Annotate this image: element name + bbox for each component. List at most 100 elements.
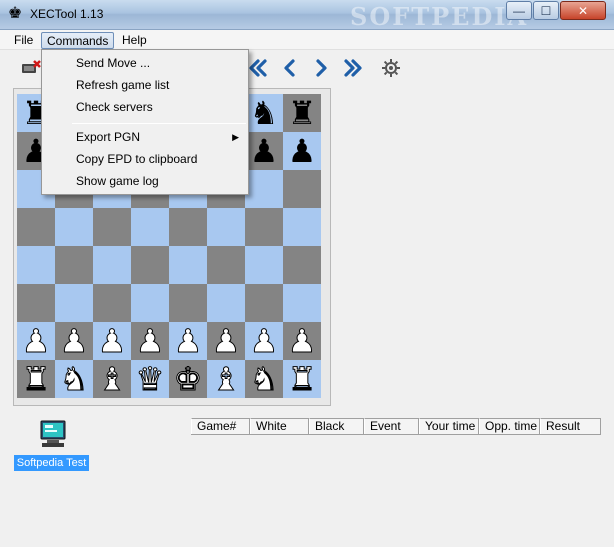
square-g1[interactable]: ♞ — [245, 360, 283, 398]
submenu-arrow-icon: ▶ — [232, 132, 239, 142]
square-f4[interactable] — [207, 246, 245, 284]
column-header-your-time[interactable]: Your time — [419, 418, 479, 435]
square-d4[interactable] — [131, 246, 169, 284]
white-queen-icon[interactable]: ♛ — [135, 363, 165, 396]
square-c3[interactable] — [93, 284, 131, 322]
menu-item-label: Show game log — [76, 174, 159, 188]
square-e2[interactable]: ♟ — [169, 322, 207, 360]
white-pawn-icon[interactable]: ♟ — [59, 325, 89, 358]
next-move-icon[interactable] — [308, 55, 334, 81]
window-title: XECTool 1.13 — [30, 7, 104, 21]
white-pawn-icon[interactable]: ♟ — [97, 325, 127, 358]
menu-item-refresh-game-list[interactable]: Refresh game list — [43, 74, 247, 96]
square-g6[interactable] — [245, 170, 283, 208]
menu-item-send-move[interactable]: Send Move ... — [43, 52, 247, 74]
square-b4[interactable] — [55, 246, 93, 284]
square-d2[interactable]: ♟ — [131, 322, 169, 360]
last-move-icon[interactable] — [340, 55, 366, 81]
white-pawn-icon[interactable]: ♟ — [173, 325, 203, 358]
square-e4[interactable] — [169, 246, 207, 284]
white-bishop-icon[interactable]: ♝ — [97, 363, 127, 396]
square-h7[interactable]: ♟ — [283, 132, 321, 170]
menu-item-label: Send Move ... — [76, 56, 151, 70]
square-b5[interactable] — [55, 208, 93, 246]
square-e1[interactable]: ♚ — [169, 360, 207, 398]
white-king-icon[interactable]: ♚ — [173, 363, 203, 396]
white-pawn-icon[interactable]: ♟ — [249, 325, 279, 358]
minimize-button[interactable]: — — [506, 1, 532, 20]
white-pawn-icon[interactable]: ♟ — [211, 325, 241, 358]
white-knight-icon[interactable]: ♞ — [59, 363, 89, 396]
maximize-button[interactable]: ☐ — [533, 1, 559, 20]
square-h8[interactable]: ♜ — [283, 94, 321, 132]
white-pawn-icon[interactable]: ♟ — [21, 325, 51, 358]
column-header-game-number[interactable]: Game# — [191, 418, 250, 435]
square-f5[interactable] — [207, 208, 245, 246]
white-knight-icon[interactable]: ♞ — [249, 363, 279, 396]
square-b1[interactable]: ♞ — [55, 360, 93, 398]
square-g8[interactable]: ♞ — [245, 94, 283, 132]
column-header-black[interactable]: Black — [309, 418, 364, 435]
close-button[interactable]: ✕ — [560, 1, 606, 20]
menu-item-show-game-log[interactable]: Show game log — [43, 170, 247, 192]
title-bar: ♚ XECTool 1.13 SOFTPEDIA — ☐ ✕ — [0, 0, 614, 31]
menu-file[interactable]: File — [9, 32, 38, 49]
menu-item-check-servers[interactable]: Check servers — [43, 96, 247, 118]
square-c1[interactable]: ♝ — [93, 360, 131, 398]
square-g3[interactable] — [245, 284, 283, 322]
menu-item-export-pgn[interactable]: Export PGN ▶ — [43, 126, 247, 148]
menu-commands[interactable]: Commands — [41, 32, 115, 49]
square-h4[interactable] — [283, 246, 321, 284]
white-rook-icon[interactable]: ♜ — [287, 363, 317, 396]
square-a1[interactable]: ♜ — [17, 360, 55, 398]
square-a4[interactable] — [17, 246, 55, 284]
black-pawn-icon[interactable]: ♟ — [250, 135, 279, 167]
square-d3[interactable] — [131, 284, 169, 322]
menu-help[interactable]: Help — [117, 32, 152, 49]
white-pawn-icon[interactable]: ♟ — [135, 325, 165, 358]
square-d1[interactable]: ♛ — [131, 360, 169, 398]
square-h1[interactable]: ♜ — [283, 360, 321, 398]
square-f3[interactable] — [207, 284, 245, 322]
column-header-opp-time[interactable]: Opp. time — [479, 418, 540, 435]
square-c5[interactable] — [93, 208, 131, 246]
column-header-result[interactable]: Result — [540, 418, 601, 435]
square-b3[interactable] — [55, 284, 93, 322]
column-header-white[interactable]: White — [250, 418, 309, 435]
desktop-icon-label[interactable]: Softpedia Test — [14, 455, 89, 471]
square-g7[interactable]: ♟ — [245, 132, 283, 170]
square-h3[interactable] — [283, 284, 321, 322]
menu-item-copy-epd[interactable]: Copy EPD to clipboard — [43, 148, 247, 170]
menu-item-label: Copy EPD to clipboard — [76, 152, 198, 166]
black-pawn-icon[interactable]: ♟ — [288, 135, 317, 167]
square-g4[interactable] — [245, 246, 283, 284]
column-header-event[interactable]: Event — [364, 418, 419, 435]
menu-item-label: Check servers — [76, 100, 153, 114]
square-a2[interactable]: ♟ — [17, 322, 55, 360]
black-knight-icon[interactable]: ♞ — [250, 97, 279, 129]
previous-move-icon[interactable] — [277, 55, 303, 81]
square-e3[interactable] — [169, 284, 207, 322]
square-a3[interactable] — [17, 284, 55, 322]
watermark: SOFTPEDIA — [350, 2, 529, 31]
square-g2[interactable]: ♟ — [245, 322, 283, 360]
black-rook-icon[interactable]: ♜ — [288, 97, 317, 129]
square-h5[interactable] — [283, 208, 321, 246]
square-c4[interactable] — [93, 246, 131, 284]
square-f2[interactable]: ♟ — [207, 322, 245, 360]
square-h2[interactable]: ♟ — [283, 322, 321, 360]
settings-gear-icon[interactable] — [378, 55, 404, 81]
menu-separator — [72, 123, 246, 124]
computer-icon[interactable] — [38, 419, 68, 449]
white-rook-icon[interactable]: ♜ — [21, 363, 51, 396]
square-g5[interactable] — [245, 208, 283, 246]
square-a5[interactable] — [17, 208, 55, 246]
square-e5[interactable] — [169, 208, 207, 246]
white-bishop-icon[interactable]: ♝ — [211, 363, 241, 396]
square-b2[interactable]: ♟ — [55, 322, 93, 360]
square-f1[interactable]: ♝ — [207, 360, 245, 398]
square-h6[interactable] — [283, 170, 321, 208]
square-d5[interactable] — [131, 208, 169, 246]
white-pawn-icon[interactable]: ♟ — [287, 325, 317, 358]
square-c2[interactable]: ♟ — [93, 322, 131, 360]
